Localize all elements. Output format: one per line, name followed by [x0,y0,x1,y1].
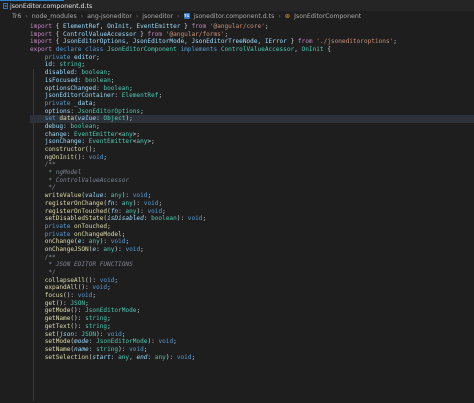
code-line[interactable]: focus(): void; [30,292,474,300]
code-line[interactable]: getMode(): JsonEditorMode; [30,307,474,315]
breadcrumb-item-node-modules[interactable]: node_modules [32,13,77,20]
breadcrumb: Tr6 › node_modules › ang-jsoneditor › js… [0,11,474,21]
code-line[interactable]: private onTouched; [30,223,474,231]
chevron-right-icon: › [80,12,84,20]
code-line[interactable]: * ngModel [30,169,474,177]
code-line[interactable]: setDisabledState(isDisabled: boolean): v… [30,215,474,223]
code-editor[interactable]: import { ElementRef, OnInit, EventEmitte… [0,21,474,403]
code-line[interactable]: getText(): string; [30,323,474,331]
code-line[interactable]: expandAll(): void; [30,284,474,292]
code-line[interactable]: optionsChanged: boolean; [30,85,474,93]
code-line[interactable]: import { JsonEditorOptions, JsonEditorMo… [30,38,474,46]
breadcrumb-item-package[interactable]: ang-jsoneditor [87,13,132,20]
chevron-right-icon: › [135,12,139,20]
code-line[interactable]: onChangeJSON(e: any): void; [30,246,474,254]
breadcrumb-item-file[interactable]: jsoneditor.component.d.ts [194,13,275,20]
code-line[interactable]: * ControlValueAccessor [30,177,474,185]
typescript-file-icon: TS [183,13,190,19]
code-line[interactable]: private _data; [30,100,474,108]
code-line[interactable]: * JSON EDITOR FUNCTIONS [30,261,474,269]
code-line[interactable]: */ [30,184,474,192]
tab-jsoneditor-component[interactable]: jsonEditor.component.d.ts [0,0,92,11]
code-line[interactable]: export declare class JsonEditorComponent… [30,46,474,54]
code-line[interactable]: onChange(e: any): void; [30,238,474,246]
code-line[interactable]: setName(name: string): void; [30,346,474,354]
code-area[interactable]: import { ElementRef, OnInit, EventEmitte… [30,23,474,361]
file-icon [3,3,8,9]
code-line[interactable]: private editor; [30,54,474,62]
class-symbol-icon: ⊛ [284,12,291,20]
code-line[interactable]: ngOnInit(): void; [30,154,474,162]
tab-label: jsonEditor.component.d.ts [10,2,93,10]
chevron-right-icon: › [25,12,28,20]
code-line[interactable]: /** [30,161,474,169]
code-line[interactable]: constructor(); [30,146,474,154]
code-line[interactable]: */ [30,269,474,277]
code-line[interactable]: disabled: boolean; [30,69,474,77]
code-line[interactable]: setMode(mode: JsonEditorMode): void; [30,338,474,346]
code-line[interactable]: import { ElementRef, OnInit, EventEmitte… [30,23,474,31]
editor-gutter [0,21,20,403]
code-line[interactable]: /** [30,254,474,262]
code-line[interactable]: id: string; [30,61,474,69]
code-line[interactable]: private onChangeModel; [30,231,474,239]
code-line[interactable]: getName(): string; [30,315,474,323]
code-line[interactable]: jsonChange: EventEmitter<any>; [30,138,474,146]
code-line[interactable]: change: EventEmitter<any>; [30,131,474,139]
code-line[interactable]: registerOnTouched(fn: any): void; [30,208,474,216]
code-line[interactable]: jsonEditorContainer: ElementRef; [30,92,474,100]
code-line[interactable]: options: JsonEditorOptions; [30,108,474,116]
code-line[interactable]: writeValue(value: any): void; [30,192,474,200]
code-line[interactable]: set data(value: Object); [30,115,474,123]
code-line[interactable]: isFocused: boolean; [30,77,474,85]
breadcrumb-item-symbol[interactable]: JsonEditorComponent [294,13,361,20]
chevron-right-icon: › [278,12,281,20]
code-line[interactable]: registerOnChange(fn: any): void; [30,200,474,208]
breadcrumb-item-root[interactable]: Tr6 [12,13,21,20]
code-line[interactable]: set(json: JSON): void; [30,331,474,339]
code-line[interactable]: setSelection(start: any, end: any): void… [30,354,474,362]
code-line[interactable]: get(): JSON; [30,300,474,308]
code-line[interactable]: import { ControlValueAccessor } from '@a… [30,31,474,39]
breadcrumb-item-folder[interactable]: jsoneditor [142,13,173,20]
code-line[interactable]: debug: boolean; [30,123,474,131]
editor-tab-bar: jsonEditor.component.d.ts [0,0,474,11]
chevron-right-icon: › [177,12,180,20]
code-line[interactable]: collapseAll(): void; [30,277,474,285]
